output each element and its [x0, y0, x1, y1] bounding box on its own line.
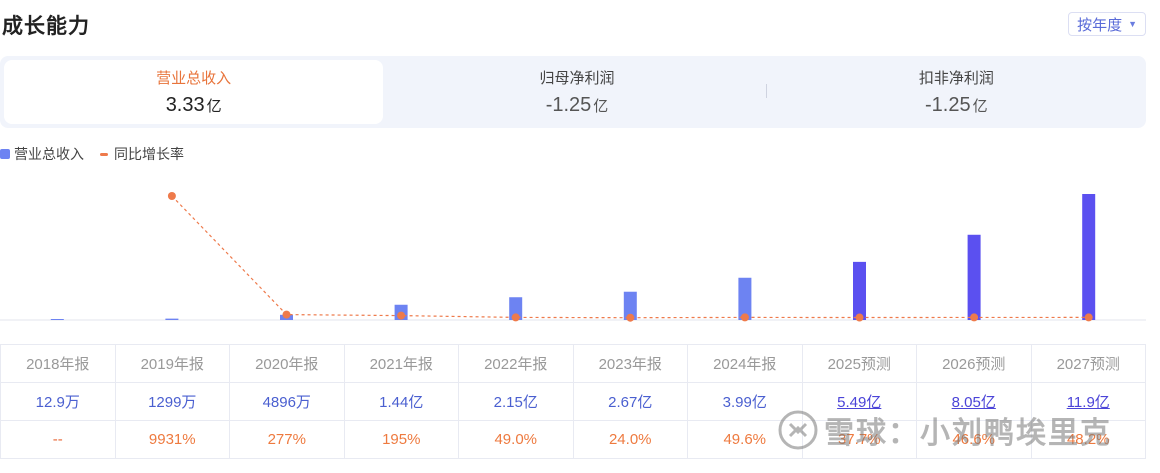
tab-deducted-net-profit[interactable]: 扣非净利润 -1.25 亿 — [767, 56, 1146, 128]
table-cell[interactable]: 5.49亿 — [801, 382, 917, 421]
table-cell: 2027预测 — [1030, 344, 1146, 383]
table-cell: 2022年报 — [458, 344, 574, 383]
table-row-revenue: 12.9万 1299万 4896万 1.44亿 2.15亿 2.67亿 3.99亿 5.49亿… — [0, 382, 1146, 421]
data-table: 2018年报 2019年报 2020年报 2021年报 2022年报 2023年报 2024… — [0, 344, 1146, 459]
caret-down-icon: ▼ — [1128, 19, 1137, 29]
table-cell: 48.2% — [1030, 420, 1146, 459]
table-cell: 12.9万 — [0, 382, 116, 421]
table-row-growth: -- 9931% 277% 195% 49.0% 24.0% 49.6% 37.7% 46.6%… — [0, 420, 1146, 459]
table-cell: 2.15亿 — [458, 382, 574, 421]
tab-label: 归母净利润 — [539, 70, 615, 87]
table-cell: -- — [0, 420, 116, 459]
growth-point — [970, 313, 979, 322]
table-cell: 2026预测 — [916, 344, 1032, 383]
section-title: 成长能力 — [2, 15, 90, 38]
table-cell: 277% — [229, 420, 345, 459]
table-cell: 2018年报 — [0, 344, 116, 383]
tab-value: -1.25 亿 — [545, 94, 609, 116]
growth-point — [740, 313, 749, 322]
table-cell: 2021年报 — [343, 344, 459, 383]
growth-point — [511, 313, 520, 322]
revenue-growth-chart — [0, 192, 1146, 322]
revenue-bar — [1082, 194, 1096, 320]
table-cell: 46.6% — [916, 420, 1032, 459]
tab-label: 扣非净利润 — [918, 70, 994, 87]
table-cell: 9931% — [114, 420, 230, 459]
tab-net-profit[interactable]: 归母净利润 -1.25 亿 — [387, 56, 767, 128]
table-cell[interactable]: 11.9亿 — [1030, 382, 1146, 421]
legend-line-swatch — [100, 152, 108, 156]
legend-bar-label: 营业总收入 — [14, 146, 84, 162]
revenue-bar — [50, 319, 64, 320]
revenue-bar — [967, 234, 981, 320]
table-cell: 2025预测 — [801, 344, 917, 383]
growth-point — [167, 192, 176, 200]
growth-point — [397, 311, 406, 320]
revenue-bar — [165, 318, 179, 320]
growth-point — [282, 310, 291, 319]
table-cell: 1299万 — [114, 382, 230, 421]
table-cell[interactable]: 8.05亿 — [916, 382, 1032, 421]
table-row-years: 2018年报 2019年报 2020年报 2021年报 2022年报 2023年报 2024… — [0, 344, 1146, 383]
table-cell: 2020年报 — [229, 344, 345, 383]
table-cell: 195% — [343, 420, 459, 459]
table-cell: 1.44亿 — [343, 382, 459, 421]
growth-point — [1084, 313, 1093, 322]
chart-legend: 营业总收入 同比增长率 — [0, 144, 184, 164]
table-cell: 2023年报 — [572, 344, 688, 383]
tab-revenue[interactable]: 营业总收入 3.33 亿 — [4, 60, 384, 124]
legend-line-label: 同比增长率 — [114, 146, 184, 162]
tab-value: -1.25 亿 — [925, 94, 988, 116]
table-cell: 37.7% — [801, 420, 917, 459]
table-cell: 49.0% — [458, 420, 574, 459]
period-dropdown-label: 按年度 — [1077, 16, 1123, 34]
period-dropdown[interactable]: 按年度 ▼ — [1068, 12, 1146, 36]
table-cell: 24.0% — [572, 420, 688, 459]
table-cell: 4896万 — [229, 382, 345, 421]
tab-value: 3.33 亿 — [165, 94, 222, 116]
growth-point — [855, 313, 864, 322]
tab-label: 营业总收入 — [156, 70, 232, 87]
metric-tabs: 营业总收入 3.33 亿 归母净利润 -1.25 亿 扣非净利润 -1.25 亿 — [0, 56, 1146, 128]
table-cell: 2.67亿 — [572, 382, 688, 421]
revenue-bar — [853, 261, 866, 320]
legend-bar-swatch — [0, 149, 10, 159]
growth-point — [626, 313, 635, 322]
table-cell: 2019年报 — [114, 344, 230, 383]
table-cell: 2024年报 — [687, 344, 803, 383]
table-cell: 3.99亿 — [687, 382, 803, 421]
table-cell: 49.6% — [687, 420, 803, 459]
